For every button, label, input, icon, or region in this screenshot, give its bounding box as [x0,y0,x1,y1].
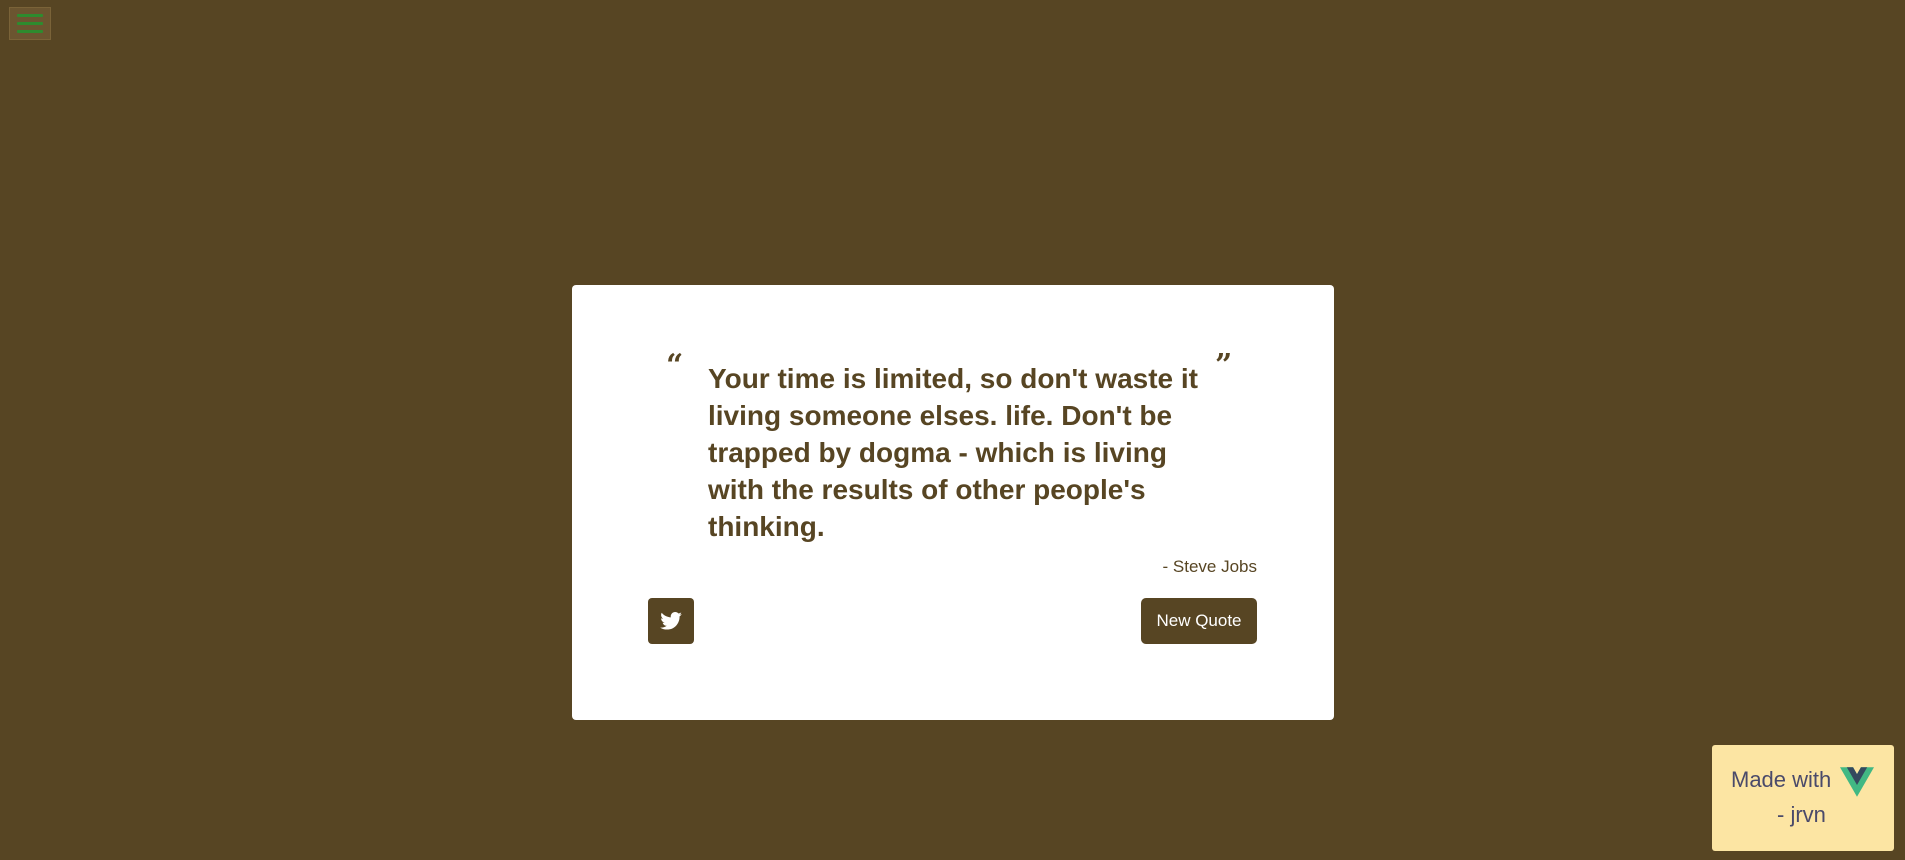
hamburger-icon-bar [17,14,43,17]
menu-toggle-button[interactable] [9,7,51,40]
vue-logo-icon [1840,767,1874,797]
tweet-quote-button[interactable] [648,598,694,644]
quote-author: - Steve Jobs [1162,557,1258,576]
hamburger-icon-bar [17,22,43,25]
made-with-badge[interactable]: Made with - jrvn [1712,745,1894,851]
twitter-icon [660,612,682,630]
new-quote-button[interactable]: New Quote [1141,598,1257,644]
badge-author: - jrvn [1777,802,1826,827]
quote-text: Your time is limited, so don't waste it … [708,363,1198,542]
made-with-label: Made with [1731,767,1832,792]
hamburger-icon-bar [17,30,43,33]
open-quote-icon: “ [666,348,684,383]
close-quote-icon: ” [1215,348,1233,383]
quote-card: “ Your time is limited, so don't waste i… [572,285,1334,720]
